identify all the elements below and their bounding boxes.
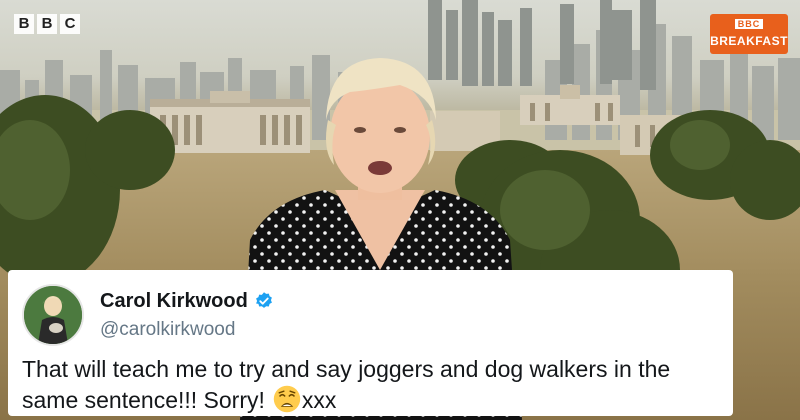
bbc-channel-logo: B B C bbox=[14, 14, 80, 34]
tweet-body: That will teach me to try and say jogger… bbox=[22, 356, 671, 413]
weary-face-icon bbox=[273, 385, 301, 413]
breakfast-logo-word: BREAKFAST bbox=[710, 34, 788, 48]
bbc-breakfast-logo: BBC BREAKFAST bbox=[710, 14, 788, 54]
tweet-identity: Carol Kirkwood @carolkirkwood bbox=[100, 290, 274, 341]
bbc-logo-letter: C bbox=[60, 14, 80, 34]
avatar[interactable] bbox=[22, 284, 84, 346]
tweet-header: Carol Kirkwood @carolkirkwood bbox=[22, 282, 719, 348]
bbc-logo-letter: B bbox=[14, 14, 34, 34]
tweet-card: Carol Kirkwood @carolkirkwood That will … bbox=[8, 270, 733, 416]
verified-badge-icon bbox=[255, 292, 272, 308]
tweet-suffix: xxx bbox=[301, 387, 337, 413]
bbc-logo-letter: B bbox=[37, 14, 57, 34]
user-handle[interactable]: @carolkirkwood bbox=[100, 319, 274, 341]
name-row: Carol Kirkwood bbox=[100, 290, 274, 313]
tweet-text: That will teach me to try and say jogger… bbox=[22, 354, 719, 416]
display-name[interactable]: Carol Kirkwood bbox=[100, 290, 248, 313]
avatar-image bbox=[24, 286, 82, 344]
breakfast-logo-top: BBC bbox=[734, 19, 764, 29]
